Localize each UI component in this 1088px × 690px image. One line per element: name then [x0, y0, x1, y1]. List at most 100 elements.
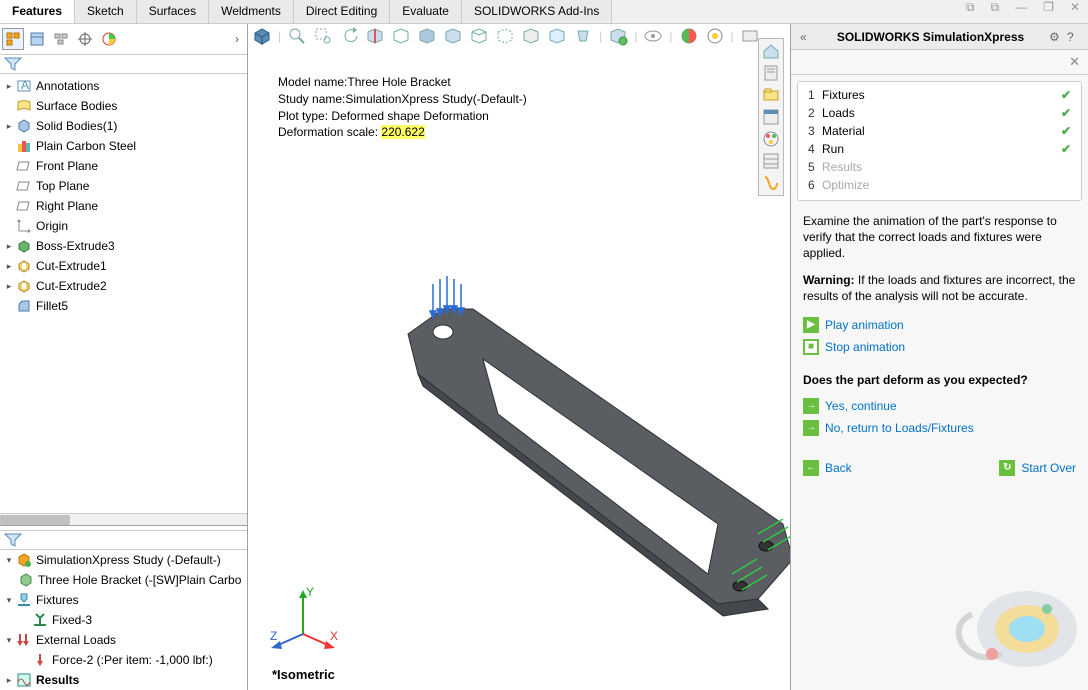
sim-tree-fixed[interactable]: Fixed-3: [0, 610, 247, 630]
view-orientation-icon[interactable]: [391, 26, 411, 46]
tree-item-right-plane[interactable]: Right Plane: [0, 196, 247, 216]
fm-tab-dimxpert[interactable]: [74, 28, 96, 50]
window-close-icon[interactable]: ✕: [1062, 0, 1088, 23]
yes-continue-link[interactable]: Yes, continue: [803, 395, 1076, 417]
display-style6-icon[interactable]: [547, 26, 567, 46]
taskpane-custom-icon[interactable]: [761, 173, 781, 193]
taskpane-explorer-icon[interactable]: [761, 107, 781, 127]
question-text: Does the part deform as you expected?: [803, 372, 1076, 388]
play-icon: ▶: [803, 317, 819, 333]
render-icon[interactable]: [740, 26, 760, 46]
horizontal-scrollbar[interactable]: [0, 513, 247, 525]
help-icon[interactable]: ?: [1064, 30, 1082, 44]
tab-addins[interactable]: SOLIDWORKS Add-Ins: [462, 0, 612, 23]
stop-animation-link[interactable]: ■Stop animation: [803, 336, 1076, 358]
sim-tree-loads[interactable]: ▾External Loads: [0, 630, 247, 650]
arrow-left-icon: [803, 460, 819, 476]
tree-item-annotations[interactable]: ▸AAnnotations: [0, 76, 247, 96]
tab-weldments[interactable]: Weldments: [209, 0, 294, 23]
sim-tree-fixtures[interactable]: ▾Fixtures: [0, 590, 247, 610]
display-style2-icon[interactable]: [443, 26, 463, 46]
window-expand-icon[interactable]: ⧉: [958, 0, 983, 23]
tree-item-cut-extrude2[interactable]: ▸Cut-Extrude2: [0, 276, 247, 296]
tree-item-origin[interactable]: Origin: [0, 216, 247, 236]
display-style4-icon[interactable]: [495, 26, 515, 46]
taskpane-home-icon[interactable]: [761, 41, 781, 61]
display-style5-icon[interactable]: [521, 26, 541, 46]
step-loads[interactable]: 2Loads✔: [802, 104, 1077, 122]
sim-tree-force[interactable]: Force-2 (:Per item: -1,000 lbf:): [0, 650, 247, 670]
taskpane-appearances-icon[interactable]: [761, 151, 781, 171]
tree-item-front-plane[interactable]: Front Plane: [0, 156, 247, 176]
zoom-area-icon[interactable]: [313, 26, 333, 46]
fm-tab-config[interactable]: [50, 28, 72, 50]
svg-text:Y: Y: [306, 585, 314, 599]
feature-tree[interactable]: ▸AAnnotations Surface Bodies ▸Solid Bodi…: [0, 74, 247, 513]
tree-item-top-plane[interactable]: Top Plane: [0, 176, 247, 196]
sim-tree-study[interactable]: ▾SimulationXpress Study (-Default-): [0, 550, 247, 570]
section-view-icon[interactable]: [365, 26, 385, 46]
previous-view-icon[interactable]: [339, 26, 359, 46]
plane-icon: [16, 158, 32, 174]
window-restore-icon[interactable]: ❐: [1035, 0, 1062, 23]
tab-surfaces[interactable]: Surfaces: [137, 0, 209, 23]
graphics-viewport[interactable]: | | | | |: [248, 24, 790, 690]
appearance-icon[interactable]: [679, 26, 699, 46]
sim-filter-bar[interactable]: [0, 530, 247, 550]
sim-tree-results[interactable]: ▸Results: [0, 670, 247, 690]
start-over-link[interactable]: Start Over: [999, 457, 1076, 479]
svg-text:A: A: [21, 78, 29, 92]
taskpane-resources-icon[interactable]: [761, 63, 781, 83]
step-results[interactable]: 5Results: [802, 158, 1077, 176]
scene-icon[interactable]: [705, 26, 725, 46]
eye-icon[interactable]: [643, 26, 663, 46]
decorative-engine-image: [932, 574, 1082, 684]
tab-evaluate[interactable]: Evaluate: [390, 0, 462, 23]
fm-tab-tree[interactable]: [2, 28, 24, 50]
perspective-icon[interactable]: [573, 26, 593, 46]
window-expand2-icon[interactable]: ⧉: [983, 0, 1008, 23]
fm-overflow-icon[interactable]: ›: [229, 32, 245, 46]
tab-direct-editing[interactable]: Direct Editing: [294, 0, 390, 23]
filter-bar[interactable]: [0, 54, 247, 74]
taskpane-library-icon[interactable]: [761, 85, 781, 105]
tree-item-boss-extrude3[interactable]: ▸Boss-Extrude3: [0, 236, 247, 256]
display-style3-icon[interactable]: [469, 26, 489, 46]
zoom-fit-icon[interactable]: [287, 26, 307, 46]
close-panel-icon[interactable]: ✕: [1069, 54, 1080, 69]
play-animation-link[interactable]: ▶Play animation: [803, 314, 1076, 336]
step-fixtures[interactable]: 1Fixtures✔: [802, 86, 1077, 104]
taskpane-palette-icon[interactable]: [761, 129, 781, 149]
tree-item-material[interactable]: Plain Carbon Steel: [0, 136, 247, 156]
fm-tab-display[interactable]: [98, 28, 120, 50]
tree-item-surface-bodies[interactable]: Surface Bodies: [0, 96, 247, 116]
command-manager-tabs: Features Sketch Surfaces Weldments Direc…: [0, 0, 1088, 24]
force-icon: [32, 652, 48, 668]
step-optimize[interactable]: 6Optimize: [802, 176, 1077, 194]
tree-item-solid-bodies[interactable]: ▸Solid Bodies(1): [0, 116, 247, 136]
step-material[interactable]: 3Material✔: [802, 122, 1077, 140]
view-cube-icon[interactable]: [252, 26, 272, 46]
back-link[interactable]: Back: [803, 457, 852, 479]
sim-tree-part[interactable]: Three Hole Bracket (-[SW]Plain Carbo: [0, 570, 247, 590]
tree-item-fillet5[interactable]: Fillet5: [0, 296, 247, 316]
fixed-icon: [32, 612, 48, 628]
collapse-panel-icon[interactable]: «: [797, 30, 815, 44]
annotations-icon: A: [16, 78, 32, 94]
model-info-overlay: Model name:Three Hole Bracket Study name…: [278, 74, 527, 141]
tab-features[interactable]: Features: [0, 0, 75, 23]
window-minimize-icon[interactable]: —: [1007, 0, 1035, 23]
fm-tab-property[interactable]: [26, 28, 48, 50]
tab-sketch[interactable]: Sketch: [75, 0, 137, 23]
display-style-icon[interactable]: [417, 26, 437, 46]
hide-show-icon[interactable]: [608, 26, 628, 46]
orientation-triad[interactable]: Y X Z: [268, 584, 338, 654]
step-run[interactable]: 4Run✔: [802, 140, 1077, 158]
options-gear-icon[interactable]: ⚙: [1046, 30, 1064, 44]
results-icon: [16, 672, 32, 688]
material-icon: [16, 138, 32, 154]
tree-item-cut-extrude1[interactable]: ▸Cut-Extrude1: [0, 256, 247, 276]
no-return-link[interactable]: No, return to Loads/Fixtures: [803, 417, 1076, 439]
feature-manager-panel: › ▸AAnnotations Surface Bodies ▸Solid Bo…: [0, 24, 248, 690]
feature-manager-tabs: ›: [0, 24, 247, 54]
